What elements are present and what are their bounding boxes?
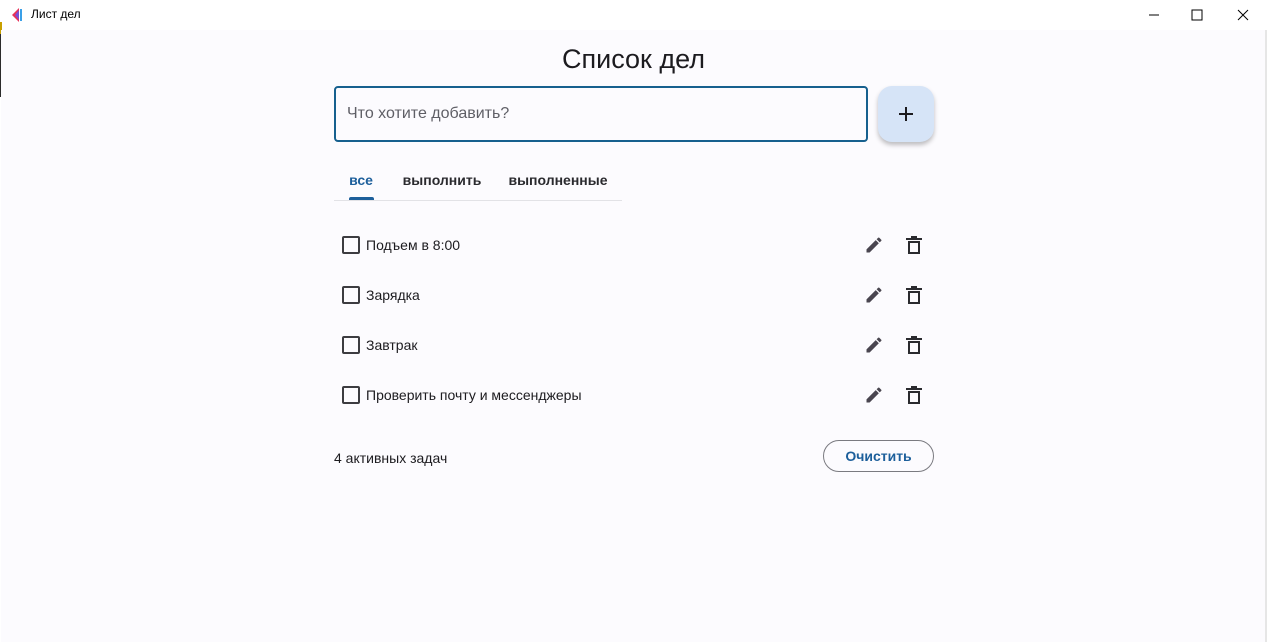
plus-icon [899,107,913,121]
edit-task-button[interactable] [860,331,888,359]
pencil-icon [866,287,882,303]
task-item: Зарядка [334,275,934,315]
new-task-input[interactable] [347,88,847,140]
task-text: Подъем в 8:00 [366,237,461,253]
trash-icon [906,236,922,254]
task-checkbox[interactable] [342,386,360,404]
task-text: Зарядка [366,287,420,303]
tab-label: выполненные [508,172,608,188]
close-button[interactable] [1220,0,1266,30]
tab-done[interactable]: выполненные [504,160,612,200]
tab-label: все [349,172,373,188]
task-checkbox[interactable] [342,286,360,304]
task-text: Проверить почту и мессенджеры [366,387,582,403]
clear-button-label: Очистить [845,448,912,464]
tab-all[interactable]: все [342,160,380,200]
pencil-icon [866,237,882,253]
trash-icon [906,336,922,354]
tab-label: выполнить [402,172,482,188]
delete-task-button[interactable] [901,381,927,409]
task-item: Проверить почту и мессенджеры [334,375,934,415]
edit-task-button[interactable] [860,381,888,409]
minimize-icon [1149,14,1159,16]
window-titlebar: Лист дел [0,0,1267,30]
close-icon [1237,9,1249,21]
delete-task-button[interactable] [901,231,927,259]
page-title: Список дел [562,44,705,74]
clear-completed-button[interactable]: Очистить [823,440,934,472]
task-checkbox[interactable] [342,236,360,254]
window-title: Лист дел [31,7,81,21]
pencil-icon [866,387,882,403]
active-tasks-counter: 4 активных задач [334,450,448,466]
maximize-icon [1191,9,1203,21]
new-task-field[interactable] [334,86,868,142]
minimize-button[interactable] [1131,0,1177,30]
edit-task-button[interactable] [860,281,888,309]
delete-task-button[interactable] [901,331,927,359]
add-task-button[interactable] [878,86,934,142]
task-text: Завтрак [366,337,418,353]
maximize-button[interactable] [1174,0,1220,30]
task-item: Завтрак [334,325,934,365]
filter-tabs: все выполнить выполненные [334,160,622,201]
tab-todo[interactable]: выполнить [396,160,488,200]
task-checkbox[interactable] [342,336,360,354]
active-tab-indicator [349,197,374,200]
trash-icon [906,386,922,404]
pencil-icon [866,337,882,353]
task-item: Подъем в 8:00 [334,225,934,265]
trash-icon [906,286,922,304]
edit-task-button[interactable] [860,231,888,259]
app-logo-icon [12,8,22,22]
delete-task-button[interactable] [901,281,927,309]
